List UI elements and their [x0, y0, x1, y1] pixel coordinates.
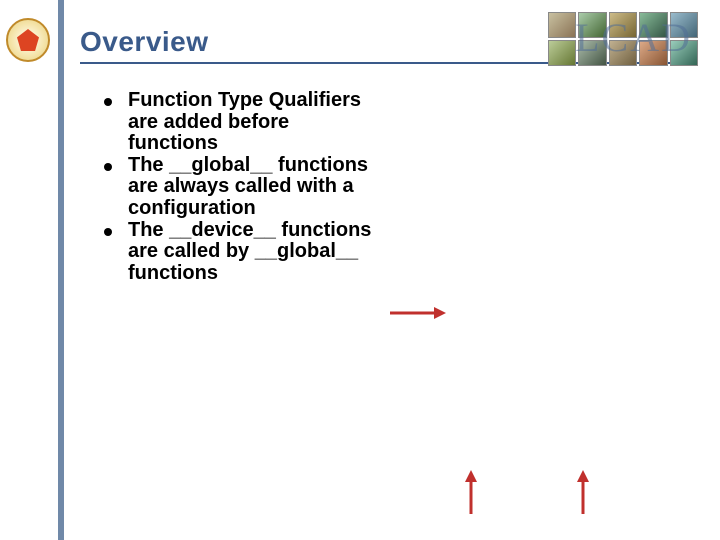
bullet-item: Function Type Qualifiers are added befor… [102, 90, 372, 155]
lcad-thumb [578, 12, 606, 38]
slide-content: Function Type Qualifiers are added befor… [102, 90, 372, 284]
lcad-thumb [548, 12, 576, 38]
bullet-text: Function Type Qualifiers are added befor… [128, 89, 361, 154]
lcad-thumb [609, 40, 637, 66]
lcad-thumb [670, 40, 698, 66]
slide-title: Overview [80, 26, 209, 58]
bullet-item: The __global__ functions are always call… [102, 155, 372, 220]
lcad-thumb [609, 12, 637, 38]
lcad-thumb [639, 40, 667, 66]
bullet-list: Function Type Qualifiers are added befor… [102, 90, 372, 284]
lcad-thumb [578, 40, 606, 66]
arrow-right-icon [390, 305, 446, 321]
lcad-thumb [548, 40, 576, 66]
lcad-thumbnail-grid [548, 12, 698, 66]
lcad-logo-block: LCAD [548, 12, 698, 66]
lcad-thumb [670, 12, 698, 38]
left-vertical-bar [58, 0, 64, 540]
arrow-up-icon [463, 470, 479, 514]
bullet-text: The __global__ functions are always call… [128, 154, 368, 219]
arrow-up-icon [575, 470, 591, 514]
institution-seal-logo [6, 18, 50, 62]
lcad-thumb [639, 12, 667, 38]
bullet-item: The __device__ functions are called by _… [102, 220, 372, 285]
bullet-text: The __device__ functions are called by _… [128, 219, 371, 284]
